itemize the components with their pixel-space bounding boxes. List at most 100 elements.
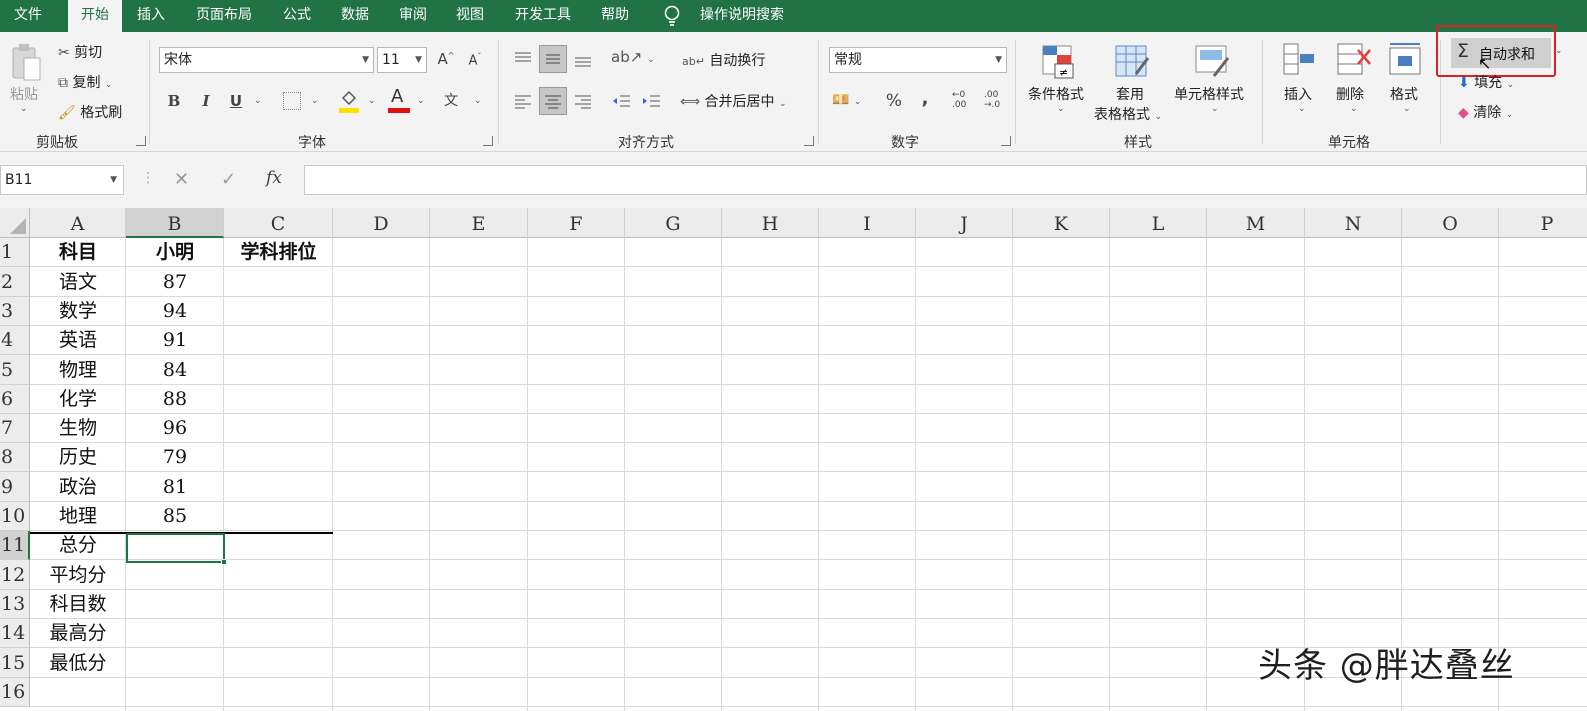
decrease-indent-icon[interactable] xyxy=(610,90,632,112)
delete-cells-button[interactable]: 删除 xyxy=(1336,84,1364,104)
cell-c12[interactable] xyxy=(224,560,333,590)
font-name-select[interactable]: 宋体 ▼ xyxy=(159,47,374,73)
clipboard-launcher-icon[interactable] xyxy=(136,136,146,146)
underline-button[interactable]: U xyxy=(226,92,246,110)
cell-b9[interactable]: 81 xyxy=(126,472,224,502)
cell-b7[interactable]: 96 xyxy=(126,414,224,443)
col-header-a[interactable]: A xyxy=(30,208,126,238)
cancel-icon[interactable]: ✕ xyxy=(174,169,189,190)
fill-handle[interactable] xyxy=(221,559,227,565)
row-header-11[interactable]: 11 xyxy=(0,531,30,560)
cell-c7[interactable] xyxy=(224,414,333,443)
comma-button[interactable]: , xyxy=(916,88,934,109)
align-right-icon[interactable] xyxy=(572,90,594,112)
cell-a2[interactable]: 语文 xyxy=(30,267,126,297)
cell-a6[interactable]: 化学 xyxy=(30,385,126,414)
percent-button[interactable]: % xyxy=(882,91,906,111)
tab-page-layout[interactable]: 页面布局 xyxy=(186,0,262,32)
cell-a16[interactable] xyxy=(30,678,126,707)
align-bottom-icon[interactable] xyxy=(572,48,594,70)
row-header-12[interactable]: 12 xyxy=(0,560,30,590)
cell-c2[interactable] xyxy=(224,267,333,297)
cell-c5[interactable] xyxy=(224,355,333,385)
cell-a14[interactable]: 最高分 xyxy=(30,619,126,648)
row-header-14[interactable]: 14 xyxy=(0,619,30,648)
row-header-2[interactable]: 2 xyxy=(0,267,30,297)
cell-c1[interactable]: 学科排位 xyxy=(224,238,333,267)
cell-b3[interactable]: 94 xyxy=(126,297,224,326)
cell-b1[interactable]: 小明 xyxy=(126,238,224,267)
fill-button[interactable]: ⬇ 填充 ⌄ xyxy=(1458,72,1514,92)
col-header-j[interactable]: J xyxy=(916,208,1013,238)
tell-me-search[interactable]: 操作说明搜索 xyxy=(690,0,794,32)
col-header-o[interactable]: O xyxy=(1402,208,1499,238)
col-header-p[interactable]: P xyxy=(1499,208,1587,238)
row-header-5[interactable]: 5 xyxy=(0,355,30,385)
col-header-m[interactable]: M xyxy=(1207,208,1305,238)
selected-cell-b11[interactable] xyxy=(126,533,225,563)
cell-b2[interactable]: 87 xyxy=(126,267,224,297)
cell-a4[interactable]: 英语 xyxy=(30,326,126,355)
copy-button[interactable]: ⧉ 复制 ⌄ xyxy=(58,72,112,92)
row-header-6[interactable]: 6 xyxy=(0,385,30,414)
fill-color-icon[interactable] xyxy=(338,88,360,114)
cell-c10[interactable] xyxy=(224,502,333,531)
borders-icon[interactable] xyxy=(283,92,301,110)
col-header-d[interactable]: D xyxy=(333,208,430,238)
row-header-8[interactable]: 8 xyxy=(0,443,30,472)
col-header-b[interactable]: B xyxy=(126,208,224,238)
currency-icon[interactable]: 💴 ⌄ xyxy=(832,92,861,108)
format-cells-button[interactable]: 格式 xyxy=(1390,84,1418,104)
cell-c3[interactable] xyxy=(224,297,333,326)
cell-a11[interactable]: 总分 xyxy=(30,531,126,560)
wrap-text-button[interactable]: ab↵ 自动换行 xyxy=(682,50,765,70)
row-header-16[interactable]: 16 xyxy=(0,678,30,707)
worksheet-grid[interactable]: ABCDEFGHIJKLMNOP 1 2 3 4 5 6 7 8 9 10 11 12 13 14 15 16… xyxy=(0,208,1587,711)
cell-c13[interactable] xyxy=(224,590,333,619)
align-left-icon[interactable] xyxy=(512,90,534,112)
format-painter-button[interactable]: 🖌 格式刷 xyxy=(58,102,122,122)
align-center-icon[interactable] xyxy=(539,87,567,115)
col-header-l[interactable]: L xyxy=(1110,208,1207,238)
italic-button[interactable]: I xyxy=(196,92,216,110)
enter-icon[interactable]: ✓ xyxy=(221,169,236,190)
cell-b12[interactable] xyxy=(126,560,224,590)
cell-a13[interactable]: 科目数 xyxy=(30,590,126,619)
tab-formulas[interactable]: 公式 xyxy=(274,0,320,32)
cell-b14[interactable] xyxy=(126,619,224,648)
font-color-icon[interactable]: A xyxy=(388,86,410,114)
cell-styles-button[interactable]: 单元格样式 xyxy=(1174,84,1244,104)
cell-a8[interactable]: 历史 xyxy=(30,443,126,472)
clear-button[interactable]: ◆ 清除 ⌄ xyxy=(1458,102,1513,122)
increase-indent-icon[interactable] xyxy=(640,90,662,112)
tab-data[interactable]: 数据 xyxy=(332,0,378,32)
tab-view[interactable]: 视图 xyxy=(447,0,493,32)
cell-c16[interactable] xyxy=(224,678,333,707)
cell-c14[interactable] xyxy=(224,619,333,648)
cell-b6[interactable]: 88 xyxy=(126,385,224,414)
col-header-n[interactable]: N xyxy=(1305,208,1402,238)
insert-function-icon[interactable]: fx xyxy=(266,168,282,188)
cell-c8[interactable] xyxy=(224,443,333,472)
font-size-select[interactable]: 11 ▼ xyxy=(377,47,427,73)
bold-button[interactable]: B xyxy=(164,92,184,110)
cell-b5[interactable]: 84 xyxy=(126,355,224,385)
cell-b16[interactable] xyxy=(126,678,224,707)
cell-b10[interactable]: 85 xyxy=(126,502,224,531)
phonetic-icon[interactable]: 文 xyxy=(444,90,458,110)
number-launcher-icon[interactable] xyxy=(1001,136,1011,146)
cell-a7[interactable]: 生物 xyxy=(30,414,126,443)
name-box[interactable]: B11 ▼ xyxy=(0,165,124,195)
paste-button[interactable]: 粘贴 xyxy=(10,84,38,104)
cell-a5[interactable]: 物理 xyxy=(30,355,126,385)
col-header-i[interactable]: I xyxy=(819,208,916,238)
tab-file[interactable]: 文件 xyxy=(0,0,56,32)
decrease-decimal-icon[interactable]: .00 →.0 xyxy=(984,90,1000,110)
merge-center-button[interactable]: ⟺ 合并后居中 ⌄ xyxy=(680,91,787,111)
cell-b15[interactable] xyxy=(126,648,224,678)
cell-b8[interactable]: 79 xyxy=(126,443,224,472)
tab-developer[interactable]: 开发工具 xyxy=(505,0,581,32)
tab-review[interactable]: 审阅 xyxy=(390,0,436,32)
cell-a15[interactable]: 最低分 xyxy=(30,648,126,678)
decrease-font-icon[interactable]: Aˇ xyxy=(465,52,485,68)
